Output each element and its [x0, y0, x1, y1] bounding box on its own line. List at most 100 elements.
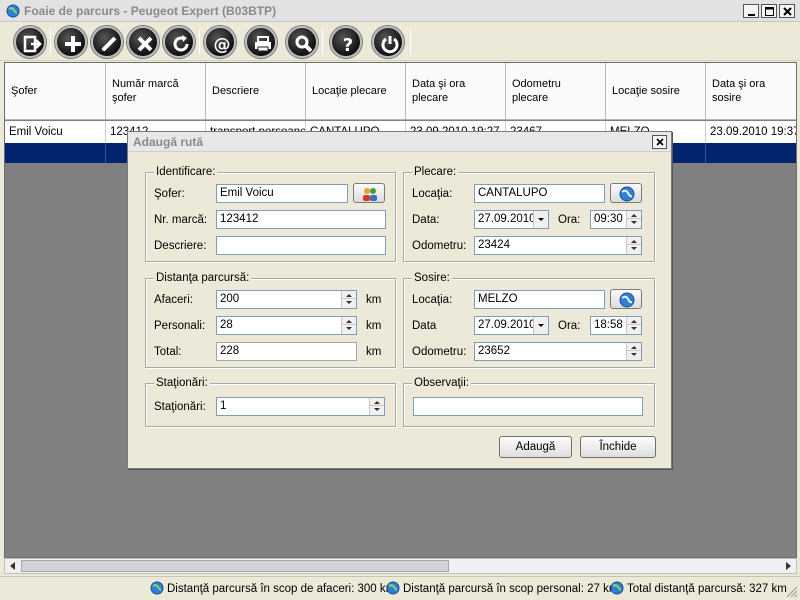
column-header-descriere[interactable]: Descriere: [206, 63, 306, 120]
globe-icon: [150, 581, 164, 595]
column-header-numar-marca[interactable]: Număr marcă şofer: [106, 63, 206, 120]
nr-marca-input[interactable]: 123412: [216, 210, 386, 229]
selected-row-cell[interactable]: [706, 143, 796, 163]
column-header-data-sosire[interactable]: Data şi ora sosire: [706, 63, 796, 120]
scroll-left-icon[interactable]: [5, 559, 20, 573]
dialog-title-bar: Adaugă rută: [128, 132, 671, 152]
plecare-data-picker[interactable]: 27.09.2010: [474, 210, 549, 229]
spin-up-icon[interactable]: [627, 317, 641, 325]
stationari-input[interactable]: 1: [216, 397, 385, 416]
spin-down-icon[interactable]: [627, 245, 641, 253]
maximize-button[interactable]: [761, 4, 777, 18]
globe-icon: [610, 581, 624, 595]
identificare-group: Identificare: Şofer: Emil Voicu Nr. marc…: [145, 165, 396, 262]
spin-down-icon[interactable]: [342, 299, 356, 307]
afaceri-input[interactable]: 200: [216, 290, 357, 309]
spin-up-icon[interactable]: [627, 343, 641, 351]
spin-up-icon[interactable]: [627, 211, 641, 219]
toolbar-separator: [410, 29, 411, 55]
sosire-data-dropdown[interactable]: [533, 317, 548, 334]
personali-spinner[interactable]: [341, 317, 356, 334]
chevron-down-icon: [538, 324, 544, 327]
column-header-data-plecare[interactable]: Data şi ora plecare: [406, 63, 506, 120]
resize-grip-icon[interactable]: [786, 586, 798, 598]
minimize-button[interactable]: [743, 4, 759, 18]
sosire-ora-spinner[interactable]: [626, 317, 641, 334]
column-header-sofer[interactable]: Şofer: [5, 63, 106, 120]
sosire-data-picker[interactable]: 27.09.2010: [474, 316, 549, 335]
plecare-ora-spinner[interactable]: [626, 211, 641, 228]
sosire-ora-input[interactable]: 18:58: [590, 316, 642, 335]
plecare-odometru-spinner[interactable]: [626, 237, 641, 254]
horizontal-scrollbar[interactable]: [4, 558, 797, 574]
status-personal-text: Distanţă parcursă în scop personal: 27 k…: [403, 583, 619, 595]
plecare-odometru-input[interactable]: 23424: [474, 236, 642, 255]
table-cell[interactable]: 23.09.2010 19:37: [706, 121, 796, 143]
status-total-text: Total distanţă parcursă: 327 km: [627, 583, 787, 595]
sofer-label: Şofer:: [154, 188, 185, 200]
spin-up-icon[interactable]: [342, 317, 356, 325]
close-dialog-button[interactable]: Închide: [580, 436, 656, 458]
column-header-odometru-plecare[interactable]: Odometru plecare: [506, 63, 606, 120]
plecare-legend: Plecare:: [412, 165, 459, 179]
spin-up-icon[interactable]: [627, 237, 641, 245]
plecare-data-dropdown[interactable]: [533, 211, 548, 228]
scroll-right-icon[interactable]: [781, 559, 796, 573]
add-button[interactable]: [55, 26, 87, 58]
column-header-locatie-sosire[interactable]: Locaţie sosire: [606, 63, 706, 120]
observatii-group: Observaţii:: [403, 376, 655, 427]
afaceri-spinner[interactable]: [341, 291, 356, 308]
plecare-ora-label: Ora:: [558, 214, 581, 226]
spin-down-icon[interactable]: [627, 351, 641, 359]
add-button[interactable]: Adaugă: [499, 436, 572, 458]
distanta-legend: Distanţa parcursă:: [154, 271, 252, 285]
plecare-locatia-input[interactable]: CANTALUPO: [474, 184, 605, 203]
select-driver-button[interactable]: [353, 183, 385, 203]
stationari-spinner[interactable]: [369, 398, 384, 415]
help-button[interactable]: ?: [330, 26, 362, 58]
spin-down-icon[interactable]: [370, 406, 384, 414]
descriere-input[interactable]: [216, 236, 386, 255]
sofer-input[interactable]: Emil Voicu: [216, 184, 348, 203]
personali-input[interactable]: 28: [216, 316, 357, 335]
selected-row-cell[interactable]: [5, 143, 106, 163]
column-header-locatie-plecare[interactable]: Locaţie plecare: [306, 63, 406, 120]
scrollbar-thumb[interactable]: [21, 560, 449, 572]
status-total: Total distanţă parcursă: 327 km: [610, 581, 787, 597]
power-button[interactable]: [372, 26, 404, 58]
plecare-odometru-value: 23424: [478, 239, 510, 251]
spin-up-icon[interactable]: [342, 291, 356, 299]
sosire-locatia-input[interactable]: MELZO: [474, 290, 605, 309]
sosire-odometru-spinner[interactable]: [626, 343, 641, 360]
email-button[interactable]: @: [204, 26, 236, 58]
print-button[interactable]: [245, 26, 277, 58]
table-cell[interactable]: Emil Voicu: [5, 121, 106, 143]
sosire-group: Sosire: Locaţia: MELZO Data 27.09.2010 O…: [403, 271, 655, 368]
spin-down-icon[interactable]: [627, 325, 641, 333]
refresh-button[interactable]: [163, 26, 195, 58]
delete-button[interactable]: [127, 26, 159, 58]
identificare-legend: Identificare:: [154, 165, 218, 179]
sosire-odometru-input[interactable]: 23652: [474, 342, 642, 361]
total-field: 228: [216, 342, 357, 361]
search-button[interactable]: [286, 26, 318, 58]
printer-icon: [255, 36, 271, 52]
svg-text:?: ?: [343, 35, 353, 56]
observatii-legend: Observaţii:: [412, 376, 471, 390]
globe-icon: [6, 4, 20, 18]
plecare-map-button[interactable]: [610, 183, 642, 203]
spin-down-icon[interactable]: [627, 219, 641, 227]
spin-up-icon[interactable]: [370, 398, 384, 406]
edit-button[interactable]: [91, 26, 123, 58]
dialog-close-button[interactable]: [652, 135, 667, 149]
close-icon: [656, 138, 664, 146]
afaceri-label: Afaceri:: [154, 294, 193, 306]
maximize-icon: [765, 7, 774, 16]
plecare-ora-input[interactable]: 09:30: [590, 210, 642, 229]
spin-down-icon[interactable]: [342, 325, 356, 333]
people-icon: [363, 188, 377, 201]
exit-button[interactable]: [14, 26, 46, 58]
observatii-input[interactable]: [413, 397, 643, 416]
sosire-map-button[interactable]: [610, 289, 642, 309]
close-button[interactable]: [779, 4, 795, 18]
